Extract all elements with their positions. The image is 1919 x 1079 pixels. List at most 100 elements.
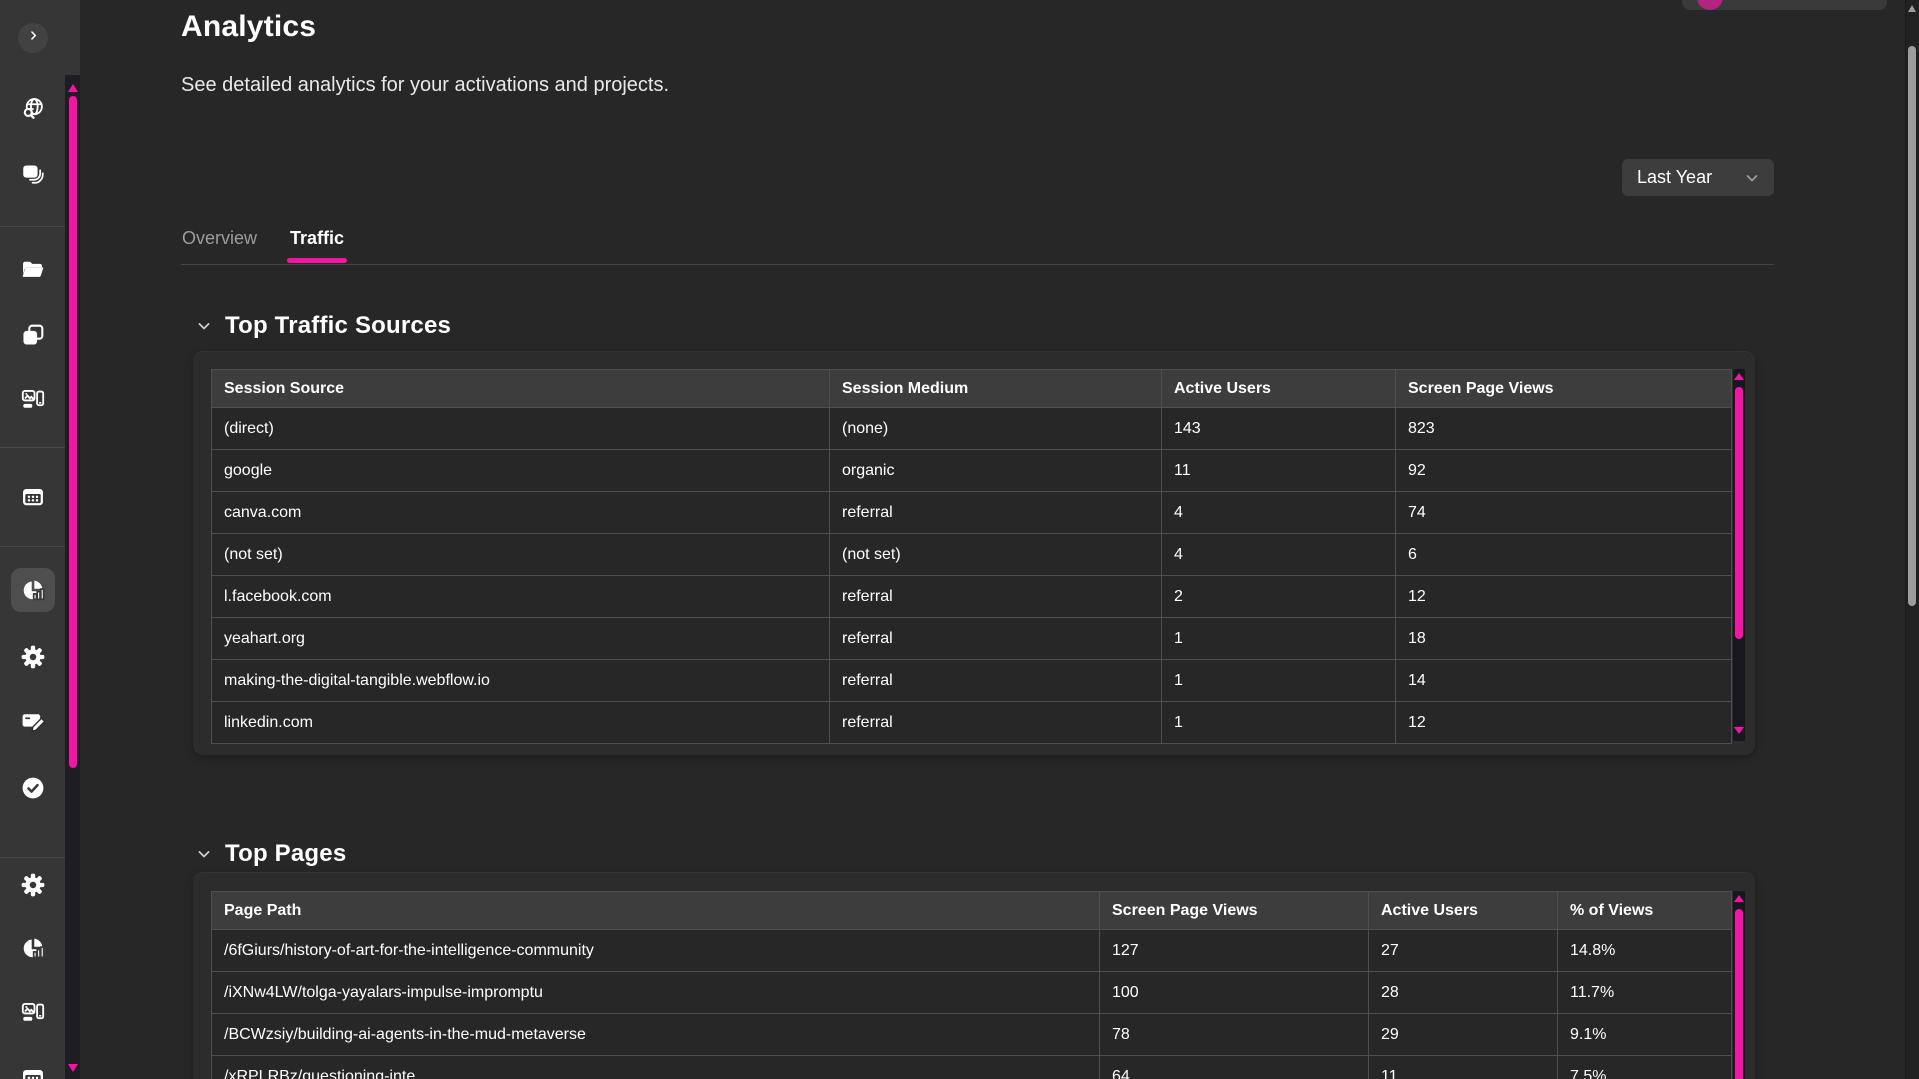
calendar-icon — [20, 1065, 46, 1079]
page-scrollbar-thumb[interactable] — [1908, 46, 1916, 606]
table-cell: 28 — [1369, 972, 1558, 1014]
table-cell: google — [212, 450, 830, 492]
media-devices-icon — [20, 1000, 46, 1026]
date-range-select[interactable]: Last Year — [1622, 159, 1774, 196]
sidebar-item-web-search[interactable] — [13, 89, 53, 129]
calendar-icon — [20, 484, 46, 510]
column-header: % of Views — [1558, 892, 1732, 930]
table-cell: /xRPLRBz/questioning-inte — [212, 1056, 1100, 1079]
traffic-sources-table: Session SourceSession MediumActive Users… — [211, 369, 1732, 744]
table-cell: 9.1% — [1558, 1014, 1732, 1056]
tab-overview[interactable]: Overview — [182, 228, 257, 264]
copy-icon — [20, 322, 46, 348]
sidebar-item-card-edit[interactable] — [13, 701, 53, 741]
card-edit-icon — [20, 708, 46, 734]
column-header: Active Users — [1369, 892, 1558, 930]
table-cell: (none) — [830, 408, 1162, 450]
table-cell: 1 — [1162, 660, 1396, 702]
table-cell: referral — [830, 618, 1162, 660]
sidebar-item-settings[interactable] — [13, 637, 53, 677]
table-cell: (not set) — [830, 534, 1162, 576]
sidebar-item-projects[interactable] — [13, 250, 53, 290]
table-cell: 64 — [1100, 1056, 1369, 1079]
tabs-divider — [181, 264, 1774, 265]
media-devices-icon — [20, 387, 46, 413]
date-range-value: Last Year — [1637, 167, 1712, 188]
column-header: Active Users — [1162, 370, 1396, 408]
table-cell: 143 — [1162, 408, 1396, 450]
sidebar-item-analytics-2[interactable] — [13, 928, 53, 968]
table-cell: 29 — [1369, 1014, 1558, 1056]
collapse-chevron-icon[interactable] — [194, 316, 214, 336]
sidebar-item-settings-2[interactable] — [13, 865, 53, 905]
section-title: Top Traffic Sources — [225, 312, 451, 340]
table-cell: 6 — [1396, 534, 1732, 576]
table-cell: organic — [830, 450, 1162, 492]
table-cell: 100 — [1100, 972, 1369, 1014]
sidebar-item-media[interactable] — [13, 380, 53, 420]
section-header-top-pages[interactable]: Top Pages — [194, 838, 346, 870]
table-cell: 823 — [1396, 408, 1732, 450]
check-circle-icon — [20, 775, 46, 801]
table-cell: making-the-digital-tangible.webflow.io — [212, 660, 830, 702]
table-cell: 4 — [1162, 492, 1396, 534]
table-cell: 27 — [1369, 930, 1558, 972]
table-cell: 18 — [1396, 618, 1732, 660]
gear-icon — [20, 872, 46, 898]
sidebar-items — [0, 0, 65, 1079]
pie-chart-icon — [20, 577, 46, 603]
page-subtitle: See detailed analytics for your activati… — [181, 74, 669, 97]
table-cell: referral — [830, 576, 1162, 618]
table-cell: 2 — [1162, 576, 1396, 618]
table-cell: canva.com — [212, 492, 830, 534]
column-header: Session Source — [212, 370, 830, 408]
sidebar-scrollbar-thumb[interactable] — [69, 96, 77, 768]
table-cell: (not set) — [212, 534, 830, 576]
table-cell: 14 — [1396, 660, 1732, 702]
table-cell: (direct) — [212, 408, 830, 450]
collapse-chevron-icon[interactable] — [194, 844, 214, 864]
sidebar-item-approvals[interactable] — [13, 768, 53, 808]
table-cell: 11 — [1369, 1056, 1558, 1079]
sidebar-item-table[interactable] — [13, 1058, 53, 1079]
column-header: Page Path — [212, 892, 1100, 930]
layers-icon — [20, 162, 46, 188]
sidebar-item-layers[interactable] — [13, 155, 53, 195]
sidebar-item-media-2[interactable] — [13, 993, 53, 1033]
table-cell: referral — [830, 702, 1162, 744]
table-cell: l.facebook.com — [212, 576, 830, 618]
sidebar-item-copies[interactable] — [13, 315, 53, 355]
sidebar-scrollbar-down-arrow-icon[interactable] — [68, 1064, 78, 1072]
section-header-top-traffic-sources[interactable]: Top Traffic Sources — [194, 310, 451, 342]
tab-traffic[interactable]: Traffic — [290, 228, 344, 264]
table-cell: 1 — [1162, 618, 1396, 660]
table-cell: 11 — [1162, 450, 1396, 492]
table-cell: 7.5% — [1558, 1056, 1732, 1079]
page-title: Analytics — [181, 10, 316, 44]
sidebar-divider — [0, 546, 65, 547]
table-cell: 12 — [1396, 576, 1732, 618]
table-cell: 92 — [1396, 450, 1732, 492]
table-cell: 127 — [1100, 930, 1369, 972]
table-cell: linkedin.com — [212, 702, 830, 744]
table-scrollbar-up-arrow-icon[interactable] — [1734, 895, 1744, 902]
top-pages-table: Page PathScreen Page ViewsActive Users% … — [211, 891, 1732, 1079]
sidebar-divider — [0, 226, 65, 227]
column-header: Screen Page Views — [1396, 370, 1732, 408]
table-cell: 11.7% — [1558, 972, 1732, 1014]
sidebar-item-analytics[interactable] — [11, 568, 55, 612]
table-scrollbar-thumb[interactable] — [1735, 387, 1743, 639]
gear-icon — [20, 644, 46, 670]
tab-label: Traffic — [290, 228, 344, 248]
sidebar-item-calendar[interactable] — [13, 477, 53, 517]
table-scrollbar-up-arrow-icon[interactable] — [1734, 373, 1744, 380]
table-cell: yeahart.org — [212, 618, 830, 660]
table-scrollbar-down-arrow-icon[interactable] — [1734, 727, 1744, 734]
table-cell: referral — [830, 492, 1162, 534]
page-scrollbar-up-arrow-icon[interactable] — [1908, 5, 1916, 12]
table-cell: referral — [830, 660, 1162, 702]
traffic-sources-card: Session SourceSession MediumActive Users… — [193, 351, 1755, 755]
table-scrollbar-thumb[interactable] — [1735, 909, 1743, 1079]
section-title: Top Pages — [225, 840, 346, 868]
sidebar-scrollbar-up-arrow-icon[interactable] — [68, 84, 78, 92]
